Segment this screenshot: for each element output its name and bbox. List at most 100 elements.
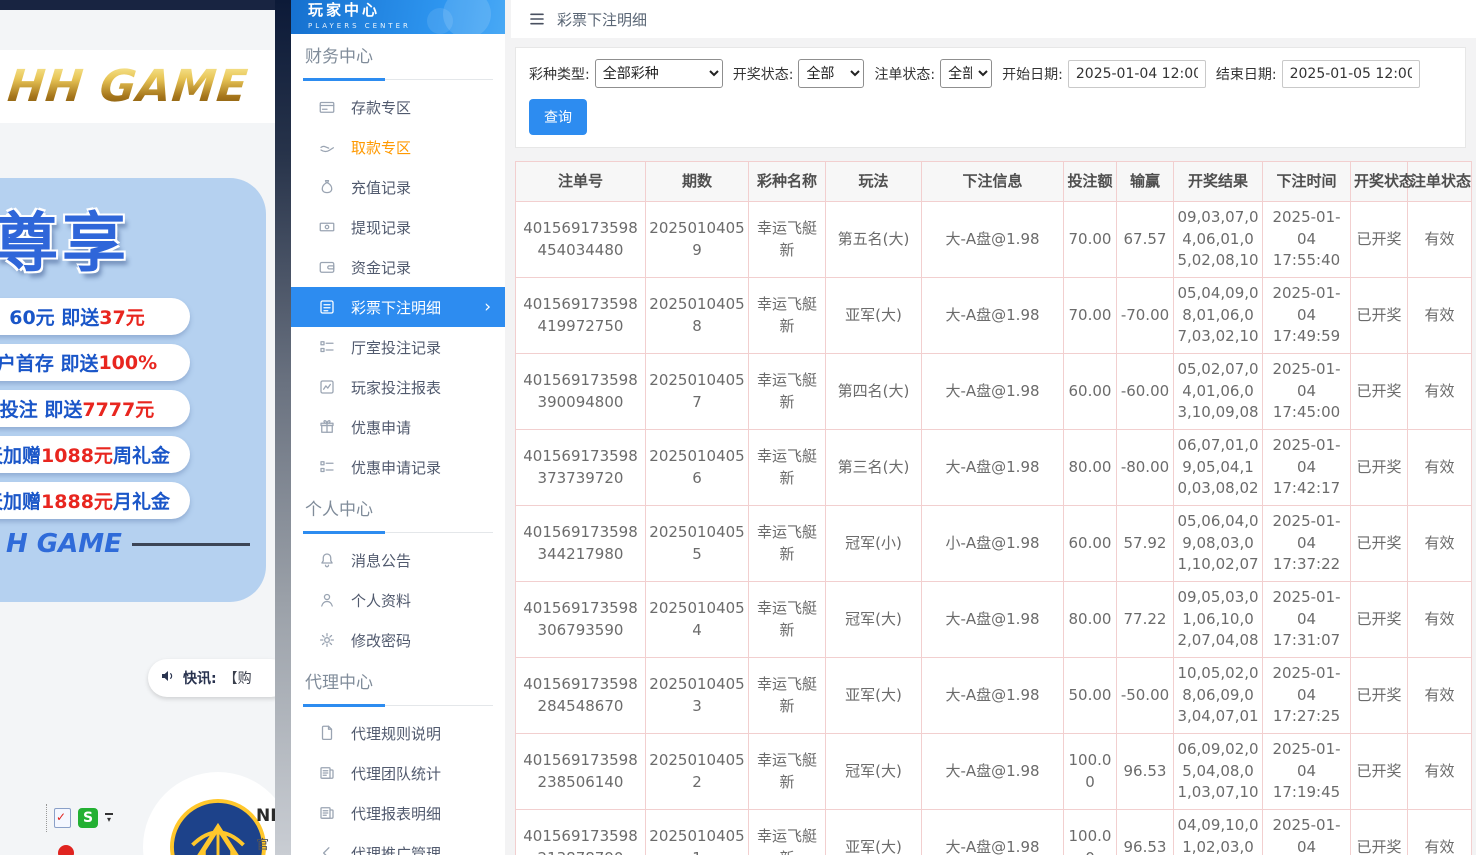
sidebar-item-withdraw-zone[interactable]: 取款专区 xyxy=(291,127,505,167)
table-row: 40156917359837373972020250104056幸运飞艇新第三名… xyxy=(516,430,1472,506)
sidebar-item-lottery-bet-details[interactable]: 彩票下注明细› xyxy=(291,287,505,327)
cell-period: 20250104056 xyxy=(646,430,749,506)
news-text: 【购 xyxy=(224,668,252,688)
dropdown-arrow-icon[interactable]: ▾ xyxy=(105,813,113,823)
cell-bet-amount: 50.00 xyxy=(1064,658,1117,734)
news-ticker[interactable]: 快讯: 【购 xyxy=(148,659,278,697)
sidebar-item-label: 玩家投注报表 xyxy=(351,377,441,398)
gift-icon xyxy=(318,418,336,436)
cell-lottery-name: 幸运飞艇新 xyxy=(749,582,826,658)
cell-order-no: 401569173598213878790 xyxy=(516,810,646,855)
cell-draw-result: 05,06,04,09,08,03,01,10,02,07 xyxy=(1174,506,1263,582)
green-s-icon[interactable]: S xyxy=(78,808,98,828)
cell-draw-result: 09,05,03,01,06,10,02,07,04,08 xyxy=(1174,582,1263,658)
sidebar-item-agent-report-details[interactable]: 代理报表明细 xyxy=(291,793,505,833)
top-navy-strip xyxy=(0,0,278,10)
sidebar-item-hall-bet-record[interactable]: 厅室投注记录 xyxy=(291,327,505,367)
sidebar-item-agent-team-stats[interactable]: 代理团队统计 xyxy=(291,753,505,793)
sidebar-item-promo-apply[interactable]: 优惠申请 xyxy=(291,407,505,447)
sidebar-item-player-bet-report[interactable]: 玩家投注报表 xyxy=(291,367,505,407)
table-row: 40156917359841997275020250104058幸运飞艇新亚军(… xyxy=(516,278,1472,354)
banknote-icon xyxy=(318,218,336,236)
cell-win-loss: 67.57 xyxy=(1117,202,1174,278)
sidebar-item-messages[interactable]: 消息公告 xyxy=(291,540,505,580)
cell-play-type: 冠军(小) xyxy=(826,506,922,582)
lottery-type-select[interactable]: 全部彩种 xyxy=(595,59,723,88)
draw-status-label: 开奖状态: xyxy=(733,64,794,84)
cell-play-type: 亚军(大) xyxy=(826,810,922,855)
sidebar-item-funds-record[interactable]: 资金记录 xyxy=(291,247,505,287)
cell-draw-status: 已开奖 xyxy=(1351,658,1408,734)
col-period: 期数 xyxy=(646,162,749,202)
sidebar-item-deposit-zone[interactable]: 存款专区 xyxy=(291,87,505,127)
end-date-input[interactable] xyxy=(1282,60,1420,88)
sidebar-item-change-password[interactable]: 修改密码 xyxy=(291,620,505,660)
sidebar-item-label: 资金记录 xyxy=(351,257,411,278)
sidebar-item-agent-rules[interactable]: 代理规则说明 xyxy=(291,713,505,753)
player-center-sidebar: 玩家中心 PLAYERS CENTER 财务中心存款专区取款专区充值记录提现记录… xyxy=(291,0,505,855)
cell-lottery-name: 幸运飞艇新 xyxy=(749,202,826,278)
search-button[interactable]: 查询 xyxy=(529,99,587,135)
sidebar-header-title: 玩家中心 xyxy=(308,0,505,20)
cell-bet-time: 2025-01-04 17:19:45 xyxy=(1263,734,1351,810)
bet-table-wrap: 注单号期数彩种名称玩法下注信息投注额输赢开奖结果下注时间开奖状态注单状态 401… xyxy=(515,161,1472,855)
browser-mini-icons[interactable]: S ▾ xyxy=(46,804,113,832)
start-date-input[interactable] xyxy=(1068,60,1206,88)
cell-draw-result: 05,04,09,08,01,06,07,03,02,10 xyxy=(1174,278,1263,354)
cell-order-no: 401569173598344217980 xyxy=(516,506,646,582)
bet-details-table: 注单号期数彩种名称玩法下注信息投注额输赢开奖结果下注时间开奖状态注单状态 401… xyxy=(515,161,1472,855)
menu-icon[interactable] xyxy=(528,11,546,27)
cell-bet-info: 大-A盘@1.98 xyxy=(922,202,1064,278)
cell-order-status: 有效 xyxy=(1408,506,1472,582)
sidebar-item-recharge-record[interactable]: 充值记录 xyxy=(291,167,505,207)
promo-pill: 天加赠1888元月礼金 xyxy=(0,482,190,519)
sidebar-item-profile[interactable]: 个人资料 xyxy=(291,580,505,620)
sidebar-item-label: 修改密码 xyxy=(351,630,411,651)
cell-draw-status: 已开奖 xyxy=(1351,734,1408,810)
cell-period: 20250104059 xyxy=(646,202,749,278)
cell-order-status: 有效 xyxy=(1408,810,1472,855)
team-text-line2: 官 xyxy=(256,834,269,853)
card-icon xyxy=(318,98,336,116)
sidebar-section-title: 财务中心 xyxy=(291,34,505,68)
sidebar-section-title: 代理中心 xyxy=(291,660,505,694)
sidebar-header-subtitle: PLAYERS CENTER xyxy=(308,22,505,30)
speaker-icon xyxy=(160,668,176,688)
cell-bet-amount: 60.00 xyxy=(1064,354,1117,430)
promo-pill-text: 月礼金 xyxy=(113,487,170,514)
cell-draw-result: 10,05,02,08,06,09,03,04,07,01 xyxy=(1174,658,1263,734)
draw-status-select[interactable]: 全部 xyxy=(798,59,864,88)
cell-bet-time: 2025-01-04 17:27:25 xyxy=(1263,658,1351,734)
cell-win-loss: 77.22 xyxy=(1117,582,1174,658)
section-divider xyxy=(303,703,493,706)
cell-bet-time: 2025-01-04 17:42:17 xyxy=(1263,430,1351,506)
sidebar-item-promo-apply-record[interactable]: 优惠申请记录 xyxy=(291,447,505,487)
col-lottery-name: 彩种名称 xyxy=(749,162,826,202)
cell-draw-status: 已开奖 xyxy=(1351,810,1408,855)
cell-period: 20250104057 xyxy=(646,354,749,430)
cell-bet-info: 大-A盘@1.98 xyxy=(922,582,1064,658)
sidebar-item-label: 优惠申请记录 xyxy=(351,457,441,478)
news-icon xyxy=(318,804,336,822)
order-status-select[interactable]: 全部 xyxy=(940,59,992,88)
cell-play-type: 第三名(大) xyxy=(826,430,922,506)
cell-order-no: 401569173598390094800 xyxy=(516,354,646,430)
notepad-check-icon[interactable] xyxy=(54,808,71,828)
checklist-icon xyxy=(318,338,336,356)
cell-period: 20250104053 xyxy=(646,658,749,734)
cell-order-status: 有效 xyxy=(1408,658,1472,734)
cell-bet-info: 大-A盘@1.98 xyxy=(922,278,1064,354)
cell-win-loss: -80.00 xyxy=(1117,430,1174,506)
page-topbar: 彩票下注明细 xyxy=(511,0,1476,38)
cell-play-type: 冠军(大) xyxy=(826,734,922,810)
cell-bet-time: 2025-01-04 17:49:59 xyxy=(1263,278,1351,354)
col-order-status: 注单状态 xyxy=(1408,162,1472,202)
cell-lottery-name: 幸运飞艇新 xyxy=(749,658,826,734)
cell-draw-status: 已开奖 xyxy=(1351,202,1408,278)
sidebar-item-label: 厅室投注记录 xyxy=(351,337,441,358)
sidebar-item-label: 优惠申请 xyxy=(351,417,411,438)
sidebar-item-agent-promotion[interactable]: 代理推广管理 xyxy=(291,833,505,855)
sidebar-item-cashout-record[interactable]: 提现记录 xyxy=(291,207,505,247)
promo-pill-text: 60元 即送 xyxy=(9,303,99,330)
cell-draw-status: 已开奖 xyxy=(1351,354,1408,430)
